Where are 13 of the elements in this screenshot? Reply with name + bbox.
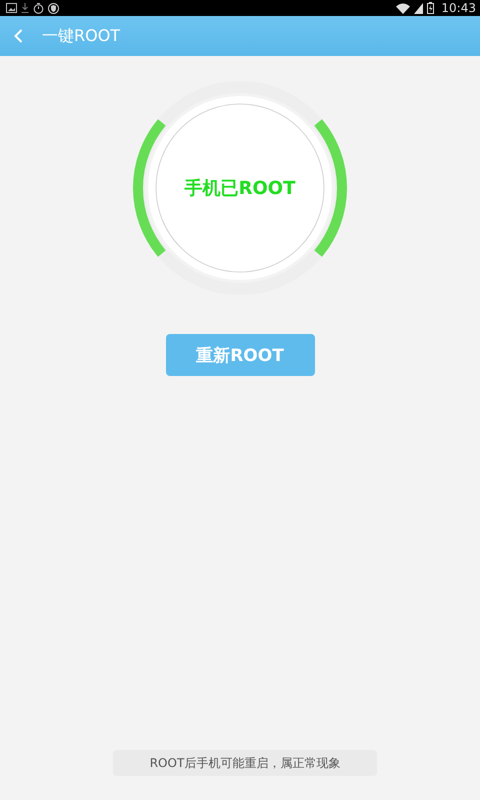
notice-banner: ROOT后手机可能重启，属正常现象 <box>113 750 377 776</box>
root-status: 手机已ROOT <box>184 177 296 200</box>
battery-icon <box>427 2 434 14</box>
timer-icon <box>33 2 44 14</box>
signal-icon <box>414 2 424 14</box>
image-icon <box>6 3 17 13</box>
download-icon <box>21 3 29 13</box>
page-title: 一键ROOT <box>42 26 120 46</box>
wifi-icon <box>396 2 410 14</box>
status-time: 10:43 <box>441 1 476 15</box>
back-icon <box>14 29 23 43</box>
reroot-button[interactable]: 重新ROOT <box>166 334 314 376</box>
shield-icon <box>48 2 59 14</box>
